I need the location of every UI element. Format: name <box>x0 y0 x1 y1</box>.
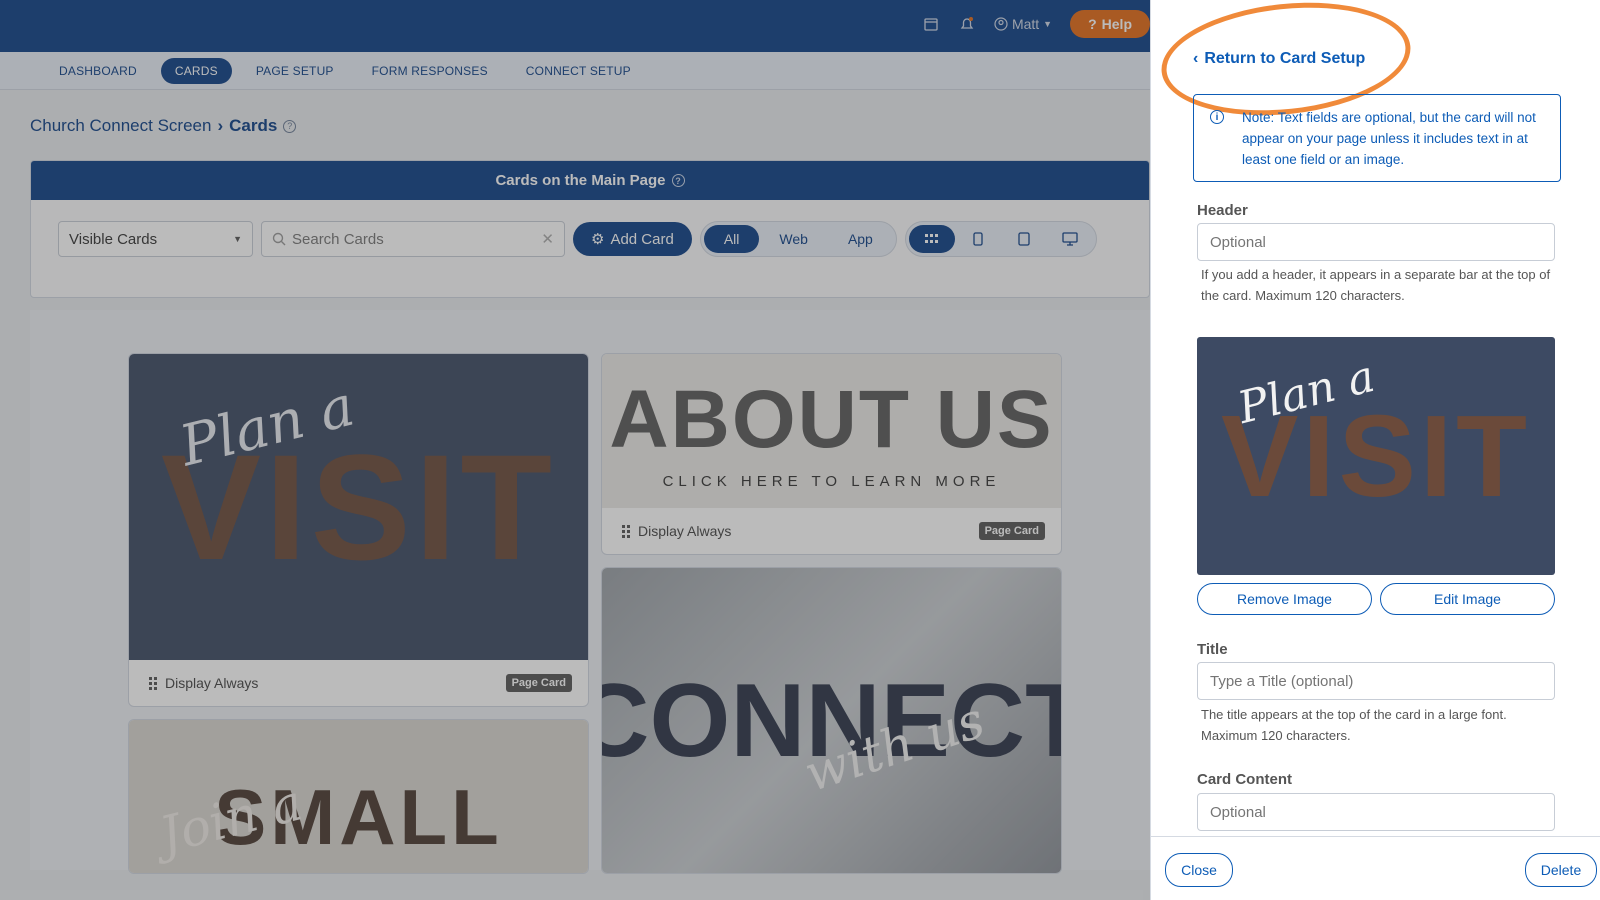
help-circle-icon[interactable]: ? <box>283 119 297 133</box>
panel-header: Cards on the Main Page ? <box>31 161 1149 200</box>
cards-toolbar: Visible Cards ▼ ✕ ⚙ Add Card All Web App <box>58 221 1097 257</box>
tablet-icon[interactable] <box>1001 225 1047 253</box>
card-about-us[interactable]: ABOUT US CLICK HERE TO LEARN MORE Displa… <box>601 353 1062 555</box>
card-display-status: Display Always <box>165 675 259 691</box>
nav-dashboard[interactable]: DASHBOARD <box>45 58 151 84</box>
platform-tab-all[interactable]: All <box>703 225 760 253</box>
card-content-input[interactable] <box>1197 793 1555 831</box>
card-small-group[interactable]: SMALL Join a <box>128 719 589 874</box>
chevron-right-icon: › <box>217 116 224 135</box>
card-display-status: Display Always <box>638 523 732 539</box>
card-footer: Display Always Page Card <box>129 660 588 706</box>
header-input[interactable] <box>1197 223 1555 261</box>
remove-image-button[interactable]: Remove Image <box>1197 583 1372 615</box>
nav-cards[interactable]: CARDS <box>160 58 232 84</box>
card-image: CONNECT with us <box>602 568 1061 873</box>
header-help-text: If you add a header, it appears in a sep… <box>1201 267 1551 303</box>
card-image: VISIT Plan a <box>129 354 588 660</box>
card-plan-a-visit[interactable]: VISIT Plan a Display Always Page Card <box>128 353 589 707</box>
add-card-button[interactable]: ⚙ Add Card <box>573 222 692 256</box>
card-image: ABOUT US CLICK HERE TO LEARN MORE <box>602 354 1061 508</box>
nav-page-setup[interactable]: PAGE SETUP <box>242 58 348 84</box>
question-icon: ? <box>1088 16 1097 32</box>
info-icon: i <box>1210 110 1224 124</box>
chevron-left-icon: ‹ <box>1193 50 1199 67</box>
panel-title: Cards on the Main Page <box>495 172 666 189</box>
title-label: Title <box>1197 641 1228 658</box>
visibility-select-value: Visible Cards <box>69 230 158 248</box>
title-input[interactable] <box>1197 662 1555 700</box>
search-box: ✕ <box>261 221 565 257</box>
return-label: Return to Card Setup <box>1204 50 1366 67</box>
gear-icon: ⚙ <box>591 231 605 248</box>
add-card-label: Add Card <box>610 230 674 248</box>
nav-connect-setup[interactable]: CONNECT SETUP <box>512 58 645 84</box>
drawer-footer: Close Delete <box>1151 836 1600 900</box>
card-connect[interactable]: CONNECT with us <box>601 567 1062 874</box>
edit-image-button[interactable]: Edit Image <box>1380 583 1555 615</box>
device-preview-filter <box>904 221 1097 257</box>
search-input[interactable] <box>292 230 536 248</box>
drag-handle-icon[interactable] <box>622 524 630 538</box>
card-edit-drawer: ‹ Return to Card Setup i Note: Text fiel… <box>1150 0 1600 900</box>
visibility-select[interactable]: Visible Cards ▼ <box>58 221 253 257</box>
card-footer: Display Always Page Card <box>602 508 1061 554</box>
cards-panel: Cards on the Main Page ? Visible Cards ▼… <box>30 160 1150 298</box>
help-label: Help <box>1101 16 1132 32</box>
user-name: Matt <box>1011 16 1040 32</box>
bell-icon[interactable] <box>958 15 976 33</box>
platform-tab-web[interactable]: Web <box>759 225 828 253</box>
help-circle-icon[interactable]: ? <box>671 174 685 187</box>
grid-view-icon[interactable] <box>908 225 955 253</box>
platform-tab-app[interactable]: App <box>828 225 893 253</box>
user-icon <box>994 17 1008 31</box>
card-image: SMALL Join a <box>129 720 588 873</box>
info-note-text: Note: Text fields are optional, but the … <box>1242 110 1536 167</box>
top-bar-actions: Matt ▼ ? Help <box>922 10 1150 38</box>
card-content-label: Card Content <box>1197 771 1292 788</box>
page-card-badge: Page Card <box>505 674 572 692</box>
clear-icon[interactable]: ✕ <box>541 230 554 248</box>
delete-button[interactable]: Delete <box>1525 853 1597 887</box>
help-button[interactable]: ? Help <box>1070 10 1150 38</box>
calendar-icon[interactable] <box>922 15 940 33</box>
header-label: Header <box>1197 202 1248 219</box>
breadcrumb: Church Connect Screen › Cards ? <box>30 116 297 136</box>
phone-icon[interactable] <box>955 225 1001 253</box>
search-icon <box>272 232 286 246</box>
return-to-card-setup-link[interactable]: ‹ Return to Card Setup <box>1193 50 1365 68</box>
info-note: i Note: Text fields are optional, but th… <box>1193 94 1561 182</box>
card-image-subtext: CLICK HERE TO LEARN MORE <box>662 472 1001 490</box>
drag-handle-icon[interactable] <box>149 676 157 690</box>
desktop-icon[interactable] <box>1047 225 1093 253</box>
breadcrumb-current: Cards <box>229 116 278 135</box>
card-image-text: ABOUT US <box>609 373 1054 465</box>
page-card-badge: Page Card <box>978 522 1045 540</box>
caret-down-icon: ▼ <box>233 234 242 244</box>
card-image-preview: VISIT Plan a <box>1197 337 1555 575</box>
platform-filter: All Web App <box>699 221 897 257</box>
user-menu[interactable]: Matt ▼ <box>994 16 1052 32</box>
title-help-text: The title appears at the top of the card… <box>1201 707 1507 743</box>
breadcrumb-parent[interactable]: Church Connect Screen <box>30 116 211 136</box>
close-button[interactable]: Close <box>1165 853 1233 887</box>
chevron-down-icon: ▼ <box>1043 19 1053 29</box>
nav-form-responses[interactable]: FORM RESPONSES <box>358 58 502 84</box>
